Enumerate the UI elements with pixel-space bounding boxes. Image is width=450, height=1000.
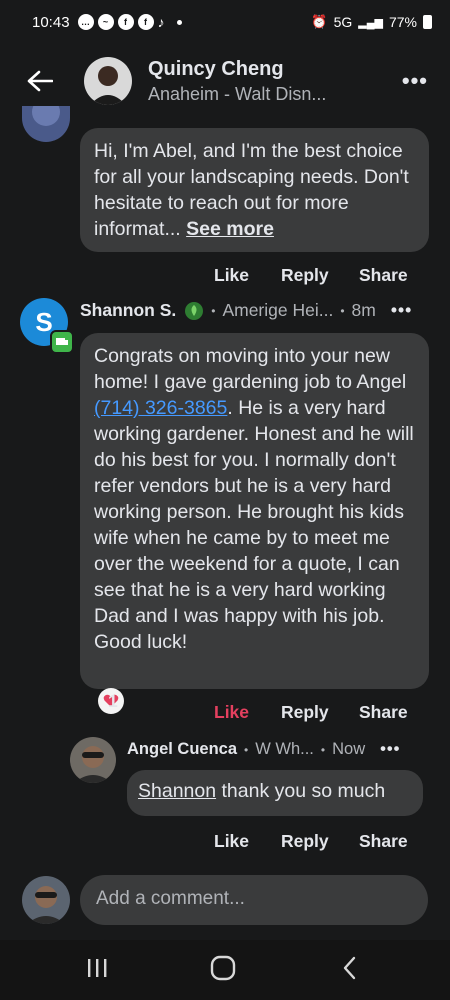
share-button[interactable]: Share — [359, 265, 408, 286]
comment-text-part: . He is a very hard working gardener. Ho… — [94, 397, 414, 653]
avatar — [22, 876, 70, 924]
see-more-link[interactable]: See more — [186, 218, 274, 240]
moving-truck-icon — [56, 338, 68, 345]
battery-label: 77% — [388, 14, 417, 30]
back-arrow-icon — [27, 70, 53, 92]
status-bar: 10:43 … ~ f f ♪ ⏰ 5G ▂▄▆ 77% — [0, 0, 450, 44]
comment-meta: Shannon S. • Amerige Hei... • 8m ••• — [80, 300, 413, 321]
comment-bubble: Congrats on moving into your new home! I… — [80, 333, 429, 689]
reply-button[interactable]: Reply — [281, 702, 329, 723]
conversation-header: Quincy Cheng Anaheim - Walt Disn... ••• — [0, 50, 450, 112]
more-options-button[interactable]: ••• — [402, 68, 428, 94]
leaf-badge-icon — [185, 301, 204, 320]
comment-bubble: Shannon thank you so much — [127, 770, 423, 816]
like-button[interactable]: Like — [214, 831, 249, 852]
alarm-icon: ⏰ — [311, 14, 328, 29]
comment-time: Now — [332, 740, 366, 758]
page-subtitle: Anaheim - Walt Disn... — [148, 83, 327, 104]
more-options-button[interactable]: ••• — [380, 740, 400, 759]
author-location: Amerige Hei... — [222, 300, 334, 320]
comment-actions: 1 Like Reply Share — [0, 688, 450, 728]
comment-meta: Angel Cuenca • W Wh... • Now ••• — [127, 740, 401, 759]
like-button[interactable]: Like — [214, 265, 249, 286]
mention-link[interactable]: Shannon — [138, 780, 216, 802]
comment-actions: Like Reply Share — [0, 265, 450, 289]
share-button[interactable]: Share — [359, 702, 408, 723]
messenger-icon: ~ — [97, 14, 114, 30]
comment-time: 8m — [351, 300, 376, 320]
page-title: Quincy Cheng — [148, 57, 284, 80]
comment-text-part: Congrats on moving into your new home! I… — [94, 345, 407, 393]
more-notifications-dot — [176, 19, 182, 25]
facebook-icon: f — [117, 14, 134, 30]
comment-input[interactable]: Add a comment... — [80, 875, 428, 925]
status-right: ⏰ 5G ▂▄▆ 77% — [311, 14, 432, 30]
reply-button[interactable]: Reply — [281, 831, 329, 852]
chat-icon: … — [77, 14, 94, 30]
system-nav-bar — [0, 940, 450, 1000]
comment-bubble: Hi, I'm Abel, and I'm the best choice fo… — [80, 128, 429, 252]
phone-link[interactable]: (714) 326-3865 — [94, 397, 227, 419]
share-button[interactable]: Share — [359, 831, 408, 852]
profile-avatar[interactable] — [84, 57, 132, 105]
more-options-button[interactable]: ••• — [391, 300, 412, 321]
recent-apps-icon[interactable] — [85, 958, 109, 978]
comment-composer: Add a comment... — [0, 870, 450, 930]
notification-icons: … ~ f f ♪ — [77, 14, 182, 30]
facebook-icon: f — [137, 14, 154, 30]
header-text: Quincy Cheng Anaheim - Walt Disn... — [148, 58, 326, 105]
person-avatar-icon — [84, 57, 132, 105]
signal-icon: ▂▄▆ — [358, 16, 383, 29]
reaction-count: 1 — [108, 690, 118, 711]
comment-actions: Like Reply Share — [0, 831, 450, 855]
reply-button[interactable]: Reply — [281, 265, 329, 286]
network-label: 5G — [333, 14, 353, 30]
like-button[interactable]: Like — [214, 702, 249, 723]
person-avatar-icon — [22, 876, 70, 924]
author-name[interactable]: Shannon S. — [80, 300, 176, 321]
person-avatar-icon — [22, 106, 70, 142]
tiktok-icon: ♪ — [157, 14, 165, 30]
avatar[interactable] — [70, 737, 116, 783]
status-time: 10:43 — [32, 13, 70, 31]
author-name[interactable]: Angel Cuenca — [127, 740, 237, 759]
battery-icon — [423, 15, 432, 29]
author-location: W Wh... — [255, 740, 314, 758]
back-button[interactable] — [10, 51, 70, 111]
avatar[interactable] — [22, 106, 70, 142]
comment-text: thank you so much — [216, 780, 386, 802]
badge-icon — [50, 330, 74, 354]
back-nav-icon[interactable] — [342, 956, 358, 980]
person-avatar-icon — [70, 737, 116, 783]
home-icon[interactable] — [210, 955, 236, 981]
